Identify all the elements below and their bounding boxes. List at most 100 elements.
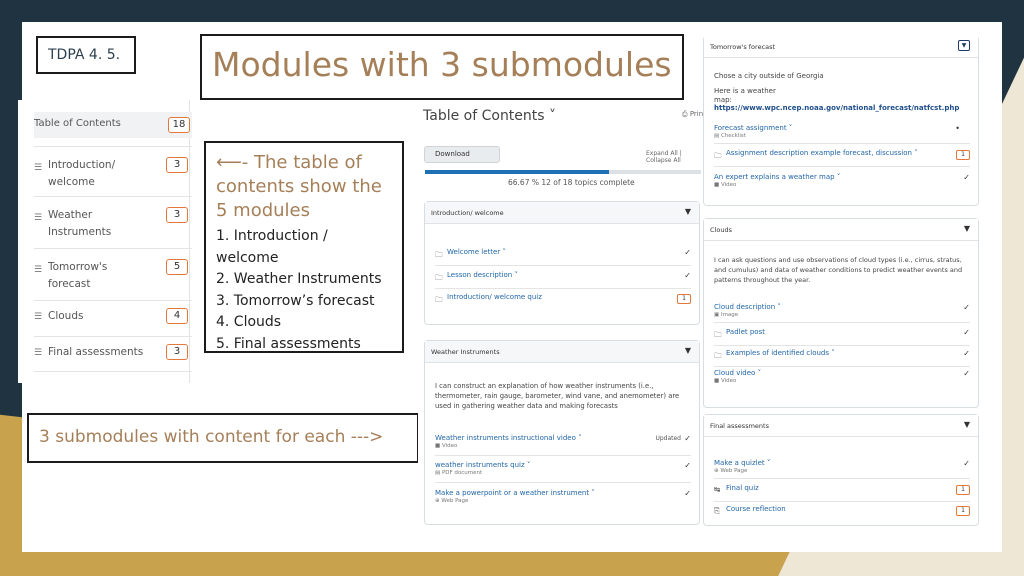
list-item[interactable]: ⎘ Course reflection 1 [714,503,970,523]
checkmark-icon: ✓ [684,271,691,280]
checkmark-icon: ✓ [963,328,970,337]
topic-link[interactable]: Forecast assignment ˅ [714,124,792,132]
module-header[interactable]: Weather Instruments ▼ [425,341,699,363]
checkmark-icon: ✓ [684,489,691,498]
list-item[interactable]: 🗀 Examples of identified clouds ˅ ✓ [714,347,970,367]
checkmark-icon: ✓ [963,369,970,378]
module-list-item: 3. Tomorrow’s forecast [216,292,375,309]
topic-link[interactable]: Cloud description ˅ [714,303,781,311]
sidebar-item-label: Final assessments [48,346,144,358]
progress-text: 66.67 % 12 of 18 topics complete [508,178,635,187]
module-title: Introduction/ welcome [431,209,504,217]
drag-handle-icon[interactable]: ☰ [34,312,42,322]
sidebar-item-count: 4 [166,308,188,324]
module-header[interactable]: Clouds ▼ [704,219,978,241]
topic-link[interactable]: Welcome letter ˅ [447,248,506,256]
topic-link[interactable]: weather instruments quiz ˅ [435,461,530,469]
list-item[interactable]: ↹ Final quiz 1 [714,482,970,502]
list-item[interactable]: 🗀 Assignment description example forecas… [714,147,970,167]
caret-down-icon[interactable]: ▼ [964,420,970,429]
list-item[interactable]: weather instruments quiz ˅ ▤ PDF documen… [435,459,691,483]
topic-link[interactable]: Make a powerpoint or a weather instrumen… [435,489,595,497]
menu-dot-icon[interactable]: • [955,124,960,133]
quiz-icon: ↹ [714,485,721,494]
topic-link[interactable]: Weather instruments instructional video … [435,434,582,442]
list-item[interactable]: 🗀 Lesson description ˅ ✓ [435,269,691,289]
sidebar-item-weather-instruments[interactable]: ☰ Weather Instruments 3 [34,196,192,248]
toc-sidebar-header[interactable]: Table of Contents 18 [34,112,192,138]
topic-link[interactable]: Cloud video ˅ [714,369,761,377]
checkmark-icon: ✓ [684,434,691,443]
sidebar-item-label: Clouds [48,310,84,322]
module-description: I can construct an explanation of how we… [435,382,680,410]
list-item[interactable]: An expert explains a weather map ˅ ■ Vid… [714,171,970,193]
list-item[interactable]: Forecast assignment ˅ ▤ Checklist • [714,122,970,144]
sidebar-item-count: 3 [166,344,188,360]
list-item[interactable]: 🗀 Introduction/ welcome quiz 1 [435,291,691,311]
sidebar-item-introduction[interactable]: ☰ Introduction/ welcome 3 [34,146,192,196]
list-item[interactable]: Make a quizlet ˅ ⊕ Web Page ✓ [714,457,970,479]
sidebar-item-tomorrows-forecast[interactable]: ☰ Tomorrow's forecast 5 [34,248,192,300]
module-list-item: 2. Weather Instruments [216,271,382,287]
sidebar-item-count: 3 [166,157,188,173]
map-label: map: [714,96,732,104]
progress-bar [425,170,701,174]
dropdown-icon[interactable]: ▼ [958,40,970,51]
folder-icon: 🗀 [714,330,722,339]
drag-handle-icon[interactable]: ☰ [34,265,42,275]
checkmark-icon: ✓ [684,248,691,257]
count-badge: 1 [677,294,691,304]
checkmark-icon: ✓ [963,459,970,468]
folder-icon: 🗀 [714,351,722,360]
caret-down-icon[interactable]: ▼ [685,207,691,216]
module-header[interactable]: Introduction/ welcome ▼ [425,202,699,224]
topic-type: ⊕ Web Page [714,468,748,474]
toc-count-badge: 18 [168,117,190,133]
topic-link[interactable]: Course reflection [726,505,786,513]
print-button[interactable]: ⎙ Prin [682,110,703,119]
list-item[interactable]: 🗀 Welcome letter ˅ ✓ [435,246,691,266]
lms-right-panel: Tomorrow's forecast ▼ Chose a city outsi… [703,36,979,530]
folder-icon: 🗀 [714,151,722,160]
list-item[interactable]: 🗀 Padlet post ✓ [714,326,970,346]
module-tomorrows-forecast: Tomorrow's forecast ▼ Chose a city outsi… [703,36,979,206]
topic-link[interactable]: Padlet post [726,328,765,336]
toc-sidebar: Table of Contents 18 ☰ Introduction/ wel… [18,100,192,383]
topic-link[interactable]: Examples of identified clouds ˅ [726,349,835,357]
module-weather-instruments: Weather Instruments ▼ I can construct an… [424,340,700,525]
checkmark-icon: ✓ [963,173,970,182]
drag-handle-icon[interactable]: ☰ [34,348,42,358]
expand-collapse-links[interactable]: Expand All | Collapse All [646,150,706,164]
sidebar-item-count: 3 [166,207,188,223]
list-item[interactable]: Make a powerpoint or a weather instrumen… [435,487,691,511]
module-text: Chose a city outside of Georgia [714,72,824,80]
module-list: 1. Introduction / welcome 2. Weather Ins… [216,226,392,355]
list-item[interactable]: Cloud description ˅ ▣ Image ✓ [714,301,970,323]
sidebar-item-clouds[interactable]: ☰ Clouds 4 [34,300,192,336]
module-title: Clouds [710,226,732,234]
module-header[interactable]: Tomorrow's forecast ▼ [704,36,978,58]
caret-down-icon[interactable]: ▼ [964,224,970,233]
checkmark-icon: ✓ [963,303,970,312]
checkmark-icon: ✓ [684,461,691,470]
module-list-item: 4. Clouds [216,314,282,330]
lms-toc-title[interactable]: Table of Contents ˅ [423,108,556,124]
list-item[interactable]: Weather instruments instructional video … [435,432,691,456]
download-button[interactable]: Download [424,146,500,163]
topic-link[interactable]: Lesson description ˅ [447,271,518,279]
topic-link[interactable]: Introduction/ welcome quiz [447,293,542,301]
caret-down-icon[interactable]: ▼ [685,346,691,355]
drag-handle-icon[interactable]: ☰ [34,213,42,223]
topic-link[interactable]: Make a quizlet ˅ [714,459,770,467]
drag-handle-icon[interactable]: ☰ [34,163,42,173]
topic-link[interactable]: Assignment description example forecast,… [726,149,918,157]
map-link[interactable]: https://www.wpc.ncep.noaa.gov/national_f… [714,104,959,112]
topic-type: ⊕ Web Page [435,498,469,504]
topic-link[interactable]: Final quiz [726,484,759,492]
module-header[interactable]: Final assessments ▼ [704,415,978,437]
sidebar-item-final-assessments[interactable]: ☰ Final assessments 3 [34,336,192,372]
module-introduction: Introduction/ welcome ▼ 🗀 Welcome letter… [424,201,700,325]
lms-content-panel: Table of Contents ˅ ⎙ Prin Download Expa… [418,100,706,530]
topic-link[interactable]: An expert explains a weather map ˅ [714,173,840,181]
list-item[interactable]: Cloud video ˅ ■ Video ✓ [714,367,970,389]
